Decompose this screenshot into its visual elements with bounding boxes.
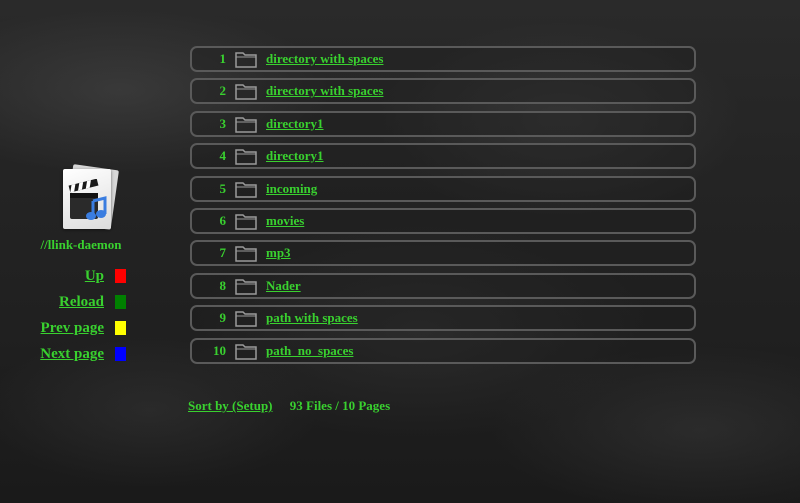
row-number: 9 [219, 310, 227, 326]
blue-square-icon [115, 347, 126, 361]
file-count-summary: 93 Files / 10 Pages [289, 398, 391, 413]
row-number: 7 [219, 245, 227, 261]
file-list: 1 directory with spaces 2 directory with… [190, 46, 696, 370]
host-label: //llink-daemon [40, 237, 122, 252]
file-row[interactable]: 2 directory with spaces [190, 78, 696, 105]
folder-icon [235, 311, 257, 327]
folder-icon [235, 117, 257, 133]
row-number: 6 [219, 212, 227, 228]
next-page-link[interactable]: Next page [40, 346, 104, 363]
sort-by-link[interactable]: Sort by (Setup) [188, 398, 273, 413]
folder-icon [235, 278, 257, 295]
folder-icon [235, 181, 257, 198]
file-row[interactable]: 1 directory with spaces [190, 46, 696, 72]
file-row[interactable]: 6 movies [190, 207, 696, 234]
file-link[interactable]: path with spaces [266, 310, 358, 326]
reload-link[interactable]: Reload [59, 294, 104, 311]
nav-list: Up Reload Prev page Next page [30, 263, 132, 367]
row-number: 2 [219, 83, 227, 99]
row-number: 8 [219, 277, 227, 293]
footer: Sort by (Setup) 93 Files / 10 Pages [188, 398, 390, 414]
nav-next-page: Next page [30, 341, 132, 367]
file-row[interactable]: 10 path_no_spaces [190, 337, 696, 364]
folder-icon [235, 246, 257, 263]
up-link[interactable]: Up [85, 268, 104, 285]
folder-icon [235, 52, 257, 68]
yellow-square-icon [115, 321, 126, 335]
file-link[interactable]: incoming [266, 181, 317, 197]
file-link[interactable]: Nader [266, 278, 301, 294]
row-number: 4 [219, 148, 227, 164]
file-row[interactable]: 3 directory1 [190, 110, 696, 137]
folder-icon [235, 149, 257, 165]
file-link[interactable]: path_no_spaces [266, 343, 353, 359]
file-row[interactable]: 5 incoming [190, 175, 696, 202]
row-number: 3 [219, 115, 227, 131]
file-link[interactable]: movies [266, 213, 304, 229]
nav-prev-page: Prev page [30, 315, 132, 341]
file-link[interactable]: mp3 [266, 245, 291, 261]
file-row[interactable]: 4 directory1 [190, 143, 696, 170]
file-link[interactable]: directory with spaces [266, 51, 383, 67]
folder-icon [235, 84, 257, 101]
prev-page-link[interactable]: Prev page [41, 320, 104, 337]
file-link[interactable]: directory with spaces [266, 83, 383, 99]
row-number: 1 [219, 51, 227, 66]
file-row[interactable]: 7 mp3 [190, 240, 696, 267]
green-square-icon [115, 295, 126, 309]
row-number: 5 [219, 180, 227, 196]
nav-up: Up [30, 263, 132, 289]
file-row[interactable]: 9 path with spaces [190, 305, 696, 332]
row-number: 10 [213, 342, 226, 358]
sidebar: //llink-daemon Up Reload Prev page Next … [30, 164, 132, 367]
folder-icon [235, 214, 257, 230]
media-clip-icon [61, 164, 121, 233]
nav-reload: Reload [30, 289, 132, 315]
file-link[interactable]: directory1 [266, 116, 324, 132]
folder-icon [235, 343, 257, 360]
red-square-icon [115, 269, 126, 283]
clapperboard-note-icon [68, 179, 107, 220]
file-link[interactable]: directory1 [266, 148, 324, 164]
file-row[interactable]: 8 Nader [190, 272, 696, 299]
